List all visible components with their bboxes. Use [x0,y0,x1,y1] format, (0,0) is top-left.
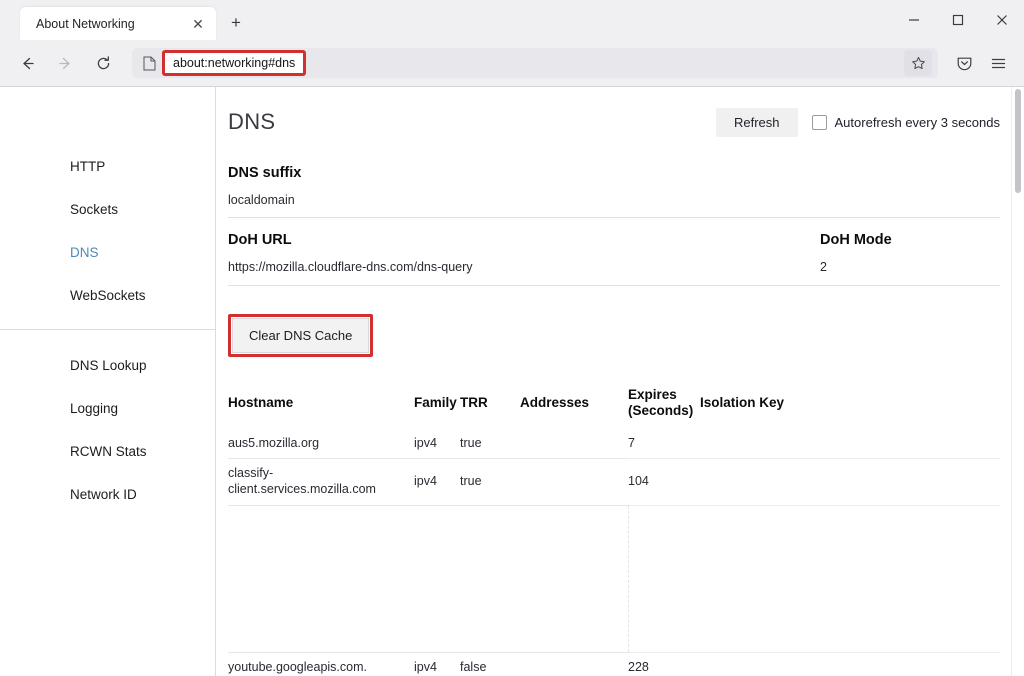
cell-trr: true [460,458,520,506]
new-tab-button[interactable]: + [222,9,250,37]
doh-url-value: https://mozilla.cloudflare-dns.com/dns-q… [228,260,473,274]
cell-isolation-key [700,458,1000,506]
cell-addresses [520,458,628,506]
star-icon[interactable] [904,50,932,76]
dns-cache-table: Hostname Family TRR Addresses Expires (S… [228,387,1000,676]
sidebar-item-rcwn-stats[interactable]: RCWN Stats [0,430,215,473]
cell-expires: 228 [628,652,700,676]
cell-trr: false [460,652,520,676]
sidebar-item-dns[interactable]: DNS [0,231,215,274]
sidebar-item-http[interactable]: HTTP [0,145,215,188]
hamburger-menu-icon[interactable] [982,47,1014,79]
cell-spacer [228,505,414,653]
doh-mode-value: 2 [820,260,827,274]
page-title: DNS [228,109,276,134]
url-bar[interactable]: about:networking#dns [132,48,938,78]
dns-panel: DNS Refresh Autorefresh every 3 seconds … [216,87,1024,676]
table-row: aus5.mozilla.org ipv4 true 7 [228,428,1000,460]
autorefresh-checkbox[interactable] [811,114,827,130]
page-content: HTTP Sockets DNS WebSockets DNS Lookup L… [0,86,1024,676]
browser-window: About Networking ✕ + about:networking#dn… [0,0,1024,676]
dns-header-row: DNS Refresh Autorefresh every 3 seconds [228,87,1000,137]
back-arrow-icon[interactable] [11,47,43,79]
scrollbar-thumb[interactable] [1015,89,1021,193]
page-scrollbar[interactable] [1011,87,1024,676]
cell-trr: true [460,428,520,460]
clear-dns-cache-button[interactable]: Clear DNS Cache [232,318,370,353]
dns-suffix-heading: DNS suffix [228,165,302,181]
sidebar-divider [0,329,215,330]
column-header-expires: Expires (Seconds) [628,387,694,418]
doh-url-heading: DoH URL [228,232,292,248]
url-input[interactable]: about:networking#dns [173,56,295,70]
column-header-family: Family [414,394,457,410]
table-row: youtube.googleapis.com. ipv4 false 228 [228,652,1000,676]
minimize-icon[interactable] [892,0,936,40]
sidebar-item-network-id[interactable]: Network ID [0,473,215,516]
reload-icon[interactable] [87,47,119,79]
cell-addresses [520,428,628,460]
about-networking-sidebar: HTTP Sockets DNS WebSockets DNS Lookup L… [0,87,216,676]
cell-hostname: youtube.googleapis.com. [228,652,414,676]
cell-expires: 7 [628,428,700,460]
clear-cache-highlight-box: Clear DNS Cache [228,314,374,357]
tab-strip: About Networking ✕ + [0,0,1024,40]
cell-family: ipv4 [414,428,460,460]
url-highlight-box: about:networking#dns [162,50,307,76]
sidebar-item-sockets[interactable]: Sockets [0,188,215,231]
sidebar-item-dns-lookup[interactable]: DNS Lookup [0,344,215,387]
refresh-button[interactable]: Refresh [715,107,798,137]
doh-value-row: https://mozilla.cloudflare-dns.com/dns-q… [228,260,1000,286]
cell-addresses [520,652,628,676]
table-row-spacer [228,505,1000,653]
doh-mode-heading: DoH Mode [820,232,892,248]
autorefresh-control[interactable]: Autorefresh every 3 seconds [811,114,1000,130]
column-header-trr: TRR [460,394,488,410]
autorefresh-label: Autorefresh every 3 seconds [834,114,1000,130]
cell-expires: 104 [628,458,700,506]
column-header-isolation-key: Isolation Key [700,394,785,410]
sidebar-item-websockets[interactable]: WebSockets [0,274,215,317]
cell-family: ipv4 [414,652,460,676]
forward-arrow-icon[interactable] [49,47,81,79]
cell-spacer [520,505,628,653]
page-document-icon [140,54,158,72]
cell-spacer [414,505,460,653]
cell-spacer [627,505,700,653]
table-row: classify-client.services.mozilla.com ipv… [228,458,1000,506]
cell-spacer [460,505,520,653]
close-icon[interactable]: ✕ [188,14,208,34]
cell-family: ipv4 [414,458,460,506]
window-controls [892,0,1024,40]
table-header-row: Hostname Family TRR Addresses Expires (S… [228,387,1000,429]
cell-spacer [700,505,1000,653]
tab-title: About Networking [36,16,135,31]
doh-header-row: DoH URL DoH Mode [228,232,1000,248]
cell-hostname: classify-client.services.mozilla.com [228,458,414,506]
navigation-toolbar: about:networking#dns [0,40,1024,86]
maximize-icon[interactable] [936,0,980,40]
close-icon[interactable] [980,0,1024,40]
cell-hostname: aus5.mozilla.org [228,428,414,460]
sidebar-item-logging[interactable]: Logging [0,387,215,430]
pocket-save-icon[interactable] [948,47,980,79]
browser-tab[interactable]: About Networking ✕ [20,7,216,40]
cell-isolation-key [700,428,1000,460]
column-header-hostname: Hostname [228,394,294,410]
column-header-addresses: Addresses [520,394,590,410]
dns-suffix-value: localdomain [228,193,1000,218]
cell-isolation-key [700,652,1000,676]
